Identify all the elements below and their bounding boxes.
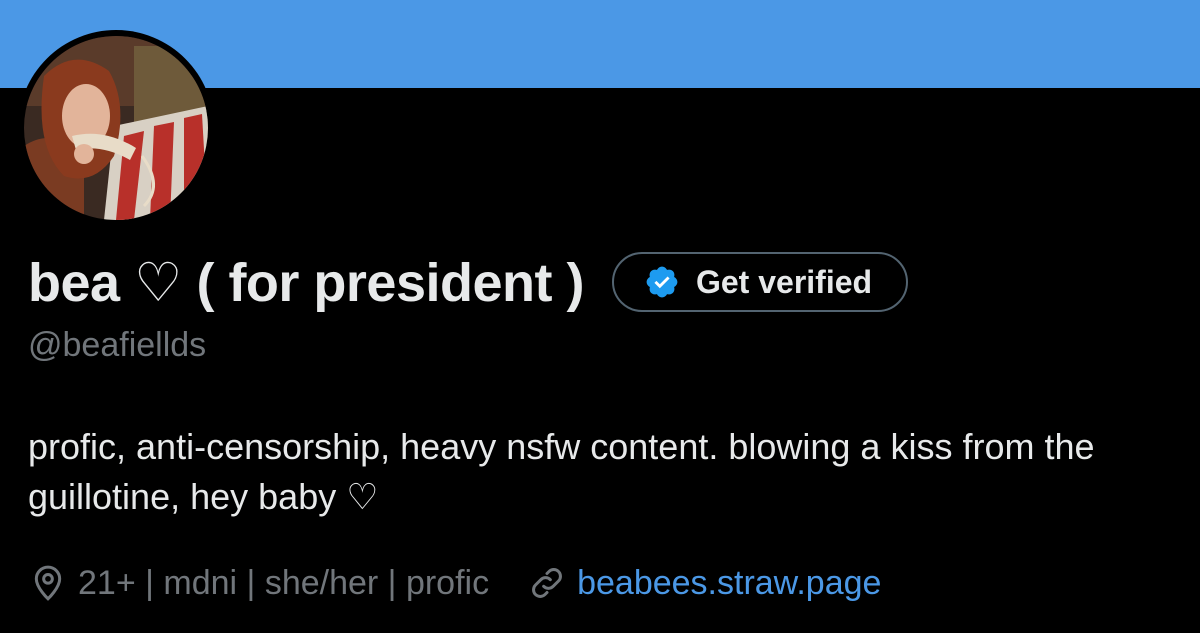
avatar-photo <box>24 36 208 220</box>
link-icon <box>527 563 567 603</box>
user-handle: @beafiellds <box>28 326 207 364</box>
profile-meta-row: 21+ | mdni | she/her | profic beabees.st… <box>28 558 881 608</box>
profile-location: 21+ | mdni | she/her | profic <box>78 563 490 602</box>
get-verified-button[interactable]: Get verified <box>611 252 909 312</box>
verified-badge-icon <box>644 264 680 300</box>
display-name: bea ♡ ( for president ) <box>28 252 584 313</box>
profile-website[interactable]: beabees.straw.page <box>527 563 881 603</box>
website-link[interactable]: beabees.straw.page <box>577 564 881 603</box>
avatar[interactable] <box>18 30 214 226</box>
get-verified-label: Get verified <box>695 263 873 300</box>
profile-bio: profic, anti-censorship, heavy nsfw cont… <box>28 426 1095 517</box>
location-pin-icon <box>28 563 68 603</box>
display-name-row: bea ♡ ( for president ) Get verified <box>28 244 909 320</box>
